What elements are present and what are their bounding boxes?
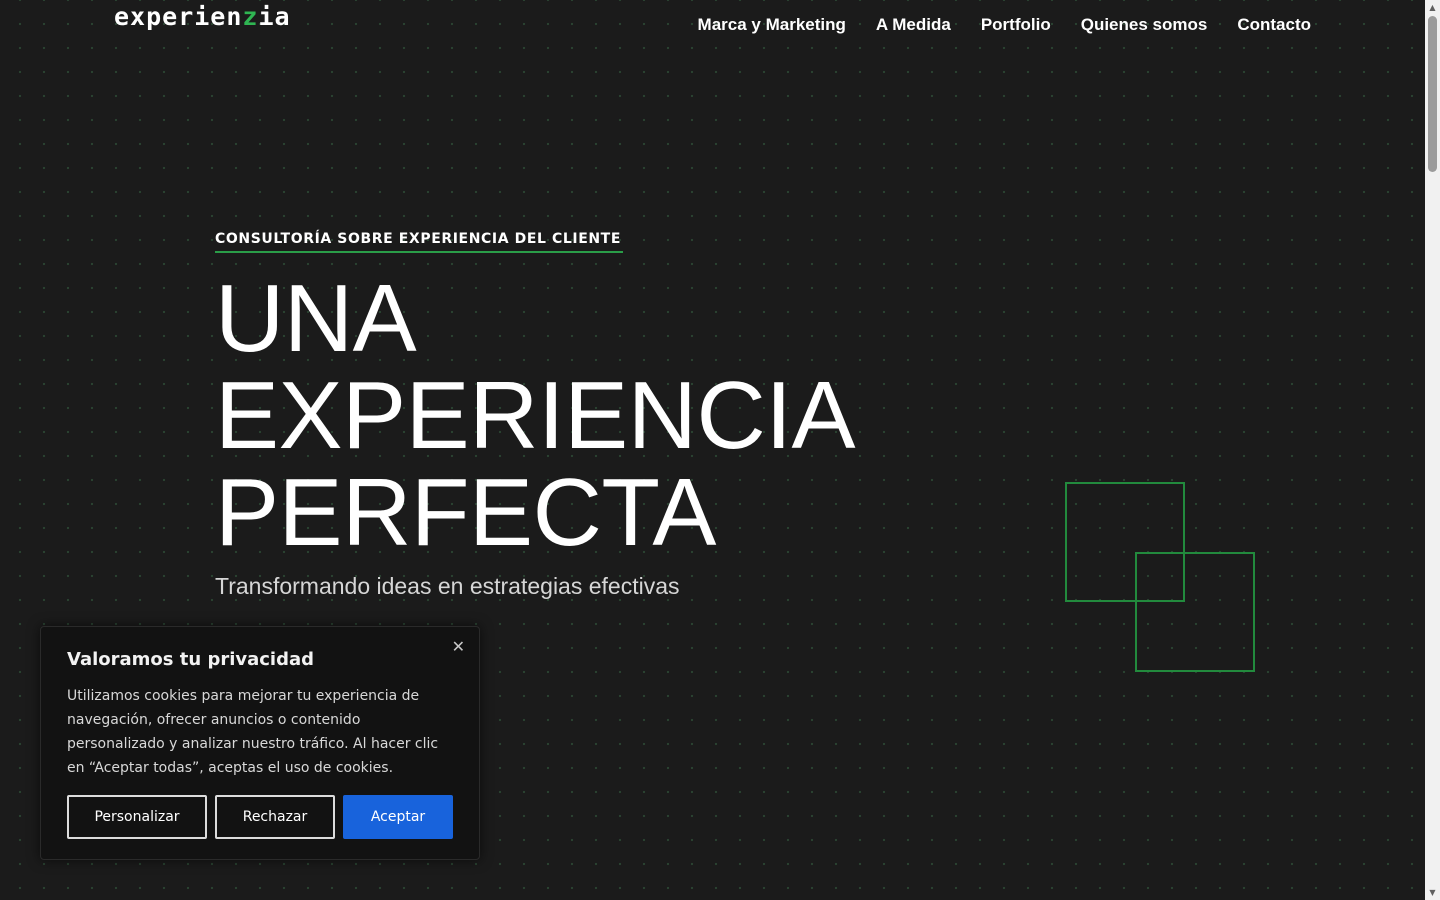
close-icon[interactable]: ✕ — [452, 637, 465, 656]
cookie-banner: ✕ Valoramos tu privacidad Utilizamos coo… — [40, 626, 480, 860]
scroll-up-icon[interactable]: ▲ — [1425, 0, 1440, 15]
accept-button[interactable]: Aceptar — [343, 795, 453, 839]
page: experienzia Marca y Marketing A Medida P… — [0, 0, 1425, 900]
cookie-actions: Personalizar Rechazar Aceptar — [67, 795, 453, 839]
nav-item-a-medida[interactable]: A Medida — [876, 15, 951, 35]
main-nav: Marca y Marketing A Medida Portfolio Qui… — [698, 15, 1311, 35]
hero-title-line-3: PERFECTA — [215, 459, 716, 566]
logo-part-1: experien — [114, 2, 243, 31]
scrollbar[interactable]: ▲ ▼ — [1425, 0, 1440, 900]
hero-eyebrow: CONSULTORÍA SOBRE EXPERIENCIA DEL CLIENT… — [215, 231, 623, 253]
logo[interactable]: experienzia — [114, 2, 291, 31]
logo-accent-letter: z — [242, 2, 259, 31]
scroll-down-icon[interactable]: ▼ — [1425, 885, 1440, 900]
hero-title-line-2: EXPERIENCIA — [215, 362, 856, 469]
hero-title-line-1: UNA — [215, 265, 417, 372]
cookie-text: Utilizamos cookies para mejorar tu exper… — [67, 688, 439, 776]
reject-button[interactable]: Rechazar — [215, 795, 335, 839]
decorative-square-2 — [1135, 552, 1255, 672]
hero-subtitle: Transformando ideas en estrategias efect… — [215, 573, 680, 599]
scroll-thumb[interactable] — [1428, 16, 1437, 172]
nav-item-quienes-somos[interactable]: Quienes somos — [1081, 15, 1208, 35]
nav-item-marca-marketing[interactable]: Marca y Marketing — [698, 15, 846, 35]
cookie-title: Valoramos tu privacidad — [67, 649, 315, 670]
hero-title: UNA EXPERIENCIA PERFECTA — [215, 265, 856, 566]
logo-part-2: ia — [258, 2, 291, 31]
nav-item-contacto[interactable]: Contacto — [1237, 15, 1311, 35]
customize-button[interactable]: Personalizar — [67, 795, 207, 839]
nav-item-portfolio[interactable]: Portfolio — [981, 15, 1051, 35]
